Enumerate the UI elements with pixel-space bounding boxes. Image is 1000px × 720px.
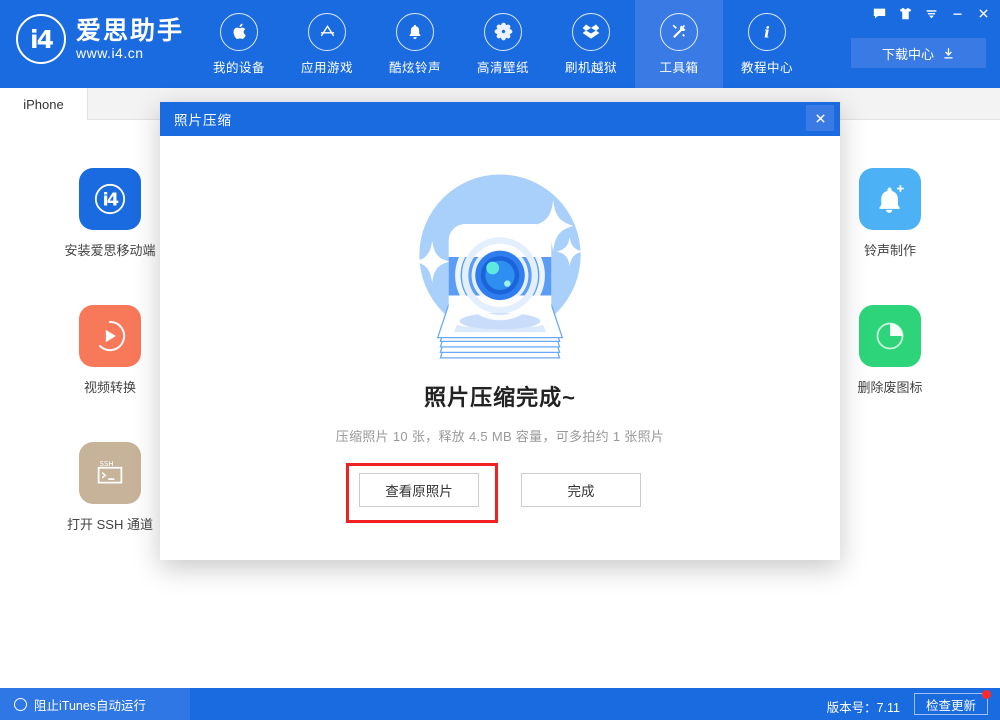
nav-label: 工具箱 (659, 57, 698, 76)
status-bar: 阻止iTunes自动运行 版本号：7.11 检查更新 (0, 688, 1000, 720)
info-icon: i (748, 13, 786, 51)
view-original-button[interactable]: 查看原照片 (359, 473, 479, 507)
app-window: i4 爱思助手 www.i4.cn 我的设备 应用游戏 (0, 0, 1000, 720)
view-original-highlight: 查看原照片 (359, 473, 479, 507)
modal-body: 照片压缩完成~ 压缩照片 10 张，释放 4.5 MB 容量，可多拍约 1 张照… (160, 136, 840, 560)
result-title: 照片压缩完成~ (424, 380, 576, 412)
tool-install-i4-mobile[interactable]: i4 安装爱思移动端 (40, 168, 180, 259)
i4-logo-mark-text: i4 (30, 25, 52, 54)
check-update-button[interactable]: 检查更新 (914, 693, 988, 715)
version-label: 版本号：7.11 (827, 697, 900, 716)
bell-icon (396, 13, 434, 51)
result-subtitle: 压缩照片 10 张，释放 4.5 MB 容量，可多拍约 1 张照片 (336, 426, 664, 445)
tool-delete-broken-icons[interactable]: 删除废图标 (820, 305, 960, 396)
logo-text-block: 爱思助手 www.i4.cn (76, 18, 184, 61)
tool-label: 视频转换 (84, 377, 136, 396)
tool-ringtone-maker[interactable]: 铃声制作 (820, 168, 960, 259)
tool-video-convert[interactable]: 视频转换 (40, 305, 180, 396)
photo-compress-dialog: 照片压缩 (160, 102, 840, 560)
nav-label: 我的设备 (213, 57, 265, 76)
update-badge-dot (982, 690, 991, 699)
box-icon (572, 13, 610, 51)
nav-item-my-device[interactable]: 我的设备 (195, 0, 283, 88)
tool-open-ssh-tunnel[interactable]: SSH 打开 SSH 通道 (40, 442, 180, 533)
tool-label: 删除废图标 (857, 377, 922, 396)
svg-text:i: i (764, 23, 770, 41)
tool-label: 安装爱思移动端 (64, 240, 155, 259)
top-bar: i4 爱思助手 www.i4.cn 我的设备 应用游戏 (0, 0, 1000, 88)
close-icon[interactable] (970, 1, 996, 25)
app-logo: i4 爱思助手 www.i4.cn (16, 14, 184, 64)
nav-label: 应用游戏 (301, 57, 353, 76)
nav-label: 教程中心 (741, 57, 793, 76)
flower-icon (484, 13, 522, 51)
nav-item-tutorials[interactable]: i 教程中心 (723, 0, 811, 88)
nav-item-toolbox[interactable]: 工具箱 (635, 0, 723, 88)
toolbox-left-column: i4 安装爱思移动端 视频转换 (40, 168, 180, 533)
nav-label: 高清壁纸 (477, 57, 529, 76)
tab-iphone[interactable]: iPhone (0, 88, 88, 120)
modal-header: 照片压缩 (160, 102, 840, 136)
appstore-icon (308, 13, 346, 51)
tools-icon (660, 13, 698, 51)
toolbox-right-column: 铃声制作 删除废图标 (820, 168, 960, 533)
minimize-icon[interactable] (944, 1, 970, 25)
check-update-label: 检查更新 (926, 695, 976, 714)
block-itunes-label: 阻止iTunes自动运行 (34, 695, 146, 714)
download-icon (942, 47, 955, 60)
download-center-button[interactable]: 下载中心 (851, 38, 986, 68)
main-nav: 我的设备 应用游戏 酷炫铃声 (195, 0, 811, 88)
nav-item-flash-jailbreak[interactable]: 刷机越狱 (547, 0, 635, 88)
modal-button-row: 查看原照片 完成 (359, 473, 641, 507)
i4-logo-icon: i4 (16, 14, 66, 64)
nav-item-wallpapers[interactable]: 高清壁纸 (459, 0, 547, 88)
menu-icon[interactable] (918, 1, 944, 25)
app-title: 爱思助手 (76, 18, 184, 44)
video-play-icon (79, 305, 141, 367)
nav-item-ringtones[interactable]: 酷炫铃声 (371, 0, 459, 88)
nav-item-apps-games[interactable]: 应用游戏 (283, 0, 371, 88)
apple-icon (220, 13, 258, 51)
nav-label: 刷机越狱 (565, 57, 617, 76)
radio-unchecked-icon (14, 698, 27, 711)
ringtone-bell-icon (859, 168, 921, 230)
skin-icon[interactable] (892, 1, 918, 25)
pie-clean-icon (859, 305, 921, 367)
modal-title: 照片压缩 (174, 109, 232, 129)
nav-label: 酷炫铃声 (389, 57, 441, 76)
modal-close-icon[interactable] (806, 105, 834, 131)
window-controls (866, 0, 996, 26)
ssh-terminal-icon: SSH (79, 442, 141, 504)
done-button[interactable]: 完成 (521, 473, 641, 507)
message-icon[interactable] (866, 1, 892, 25)
tab-iphone-label: iPhone (23, 97, 63, 112)
svg-text:i4: i4 (103, 191, 119, 211)
tool-label: 铃声制作 (864, 240, 916, 259)
tool-label: 打开 SSH 通道 (67, 514, 153, 533)
svg-text:SSH: SSH (100, 460, 114, 468)
app-website: www.i4.cn (76, 46, 184, 61)
photo-compress-camera-illustration (390, 158, 610, 378)
download-center-label: 下载中心 (882, 44, 934, 63)
block-itunes-toggle[interactable]: 阻止iTunes自动运行 (0, 688, 190, 720)
i4-app-icon: i4 (79, 168, 141, 230)
